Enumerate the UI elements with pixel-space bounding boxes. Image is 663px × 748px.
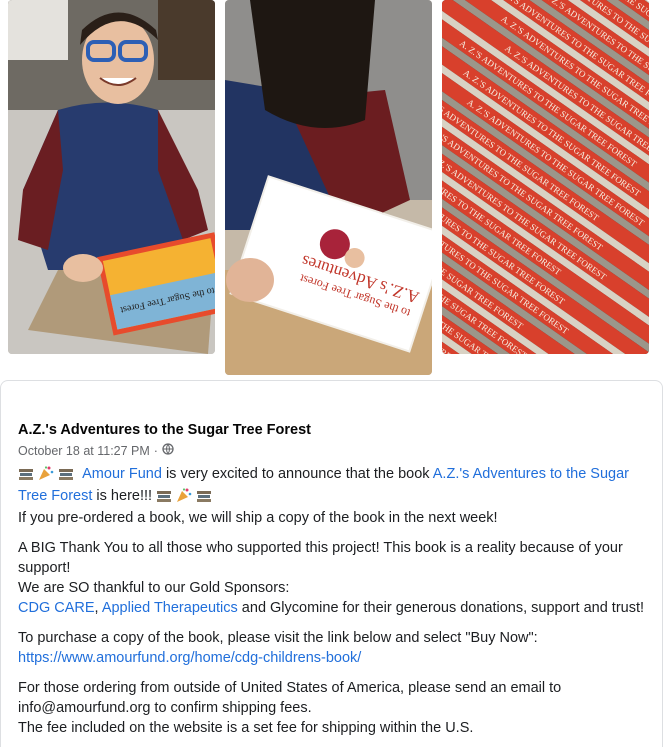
thanks-text: A BIG Thank You to all those who support…: [18, 540, 623, 576]
intro-text-end: is here!!!: [92, 488, 153, 504]
post-card: A.Z.'s Adventures to the Sugar Tree Fore…: [0, 380, 663, 747]
sponsor-separator: ,: [94, 600, 102, 616]
shipping-fee-text: The fee included on the website is a set…: [18, 720, 474, 736]
books-icon: [196, 488, 212, 508]
cdg-care-link[interactable]: CDG CARE: [18, 600, 95, 616]
photo-boy-holding-book[interactable]: to the Sugar Tree Forest: [8, 0, 215, 354]
post-body: Amour Fund is very excited to announce t…: [18, 464, 648, 748]
intro-text: is very excited to announce that the boo…: [161, 466, 433, 482]
post-meta: October 18 at 11:27 PM ·: [18, 443, 174, 458]
books-icon: [156, 488, 172, 508]
party-popper-icon: [176, 488, 192, 508]
photo-stack-of-books[interactable]: A. Z.'S ADVENTURES TO THE SUGAR TREE FOR…: [442, 0, 649, 354]
gold-sponsors-text: We are SO thankful to our Gold Sponsors:: [18, 580, 290, 596]
photo-boy-reading-book[interactable]: A.Z.'s Adventures to the Sugar Tree Fore…: [225, 0, 432, 375]
books-icon: [18, 466, 34, 486]
amour-fund-link[interactable]: Amour Fund: [82, 466, 162, 482]
preorder-text: If you pre-ordered a book, we will ship …: [18, 510, 498, 526]
outside-us-text: For those ordering from outside of Unite…: [18, 680, 562, 716]
applied-therapeutics-link[interactable]: Applied Therapeutics: [102, 600, 238, 616]
post-date[interactable]: October 18 at 11:27 PM: [18, 444, 150, 458]
meta-separator: ·: [153, 443, 158, 458]
sponsor-rest-text: and Glycomine for their generous donatio…: [237, 600, 645, 616]
purchase-text: To purchase a copy of the book, please v…: [18, 630, 538, 646]
books-icon: [58, 466, 74, 486]
book-url-link[interactable]: https://www.amourfund.org/home/cdg-child…: [18, 648, 648, 668]
globe-icon: [162, 443, 174, 458]
party-popper-icon: [38, 466, 54, 486]
post-title[interactable]: A.Z.'s Adventures to the Sugar Tree Fore…: [18, 422, 311, 438]
